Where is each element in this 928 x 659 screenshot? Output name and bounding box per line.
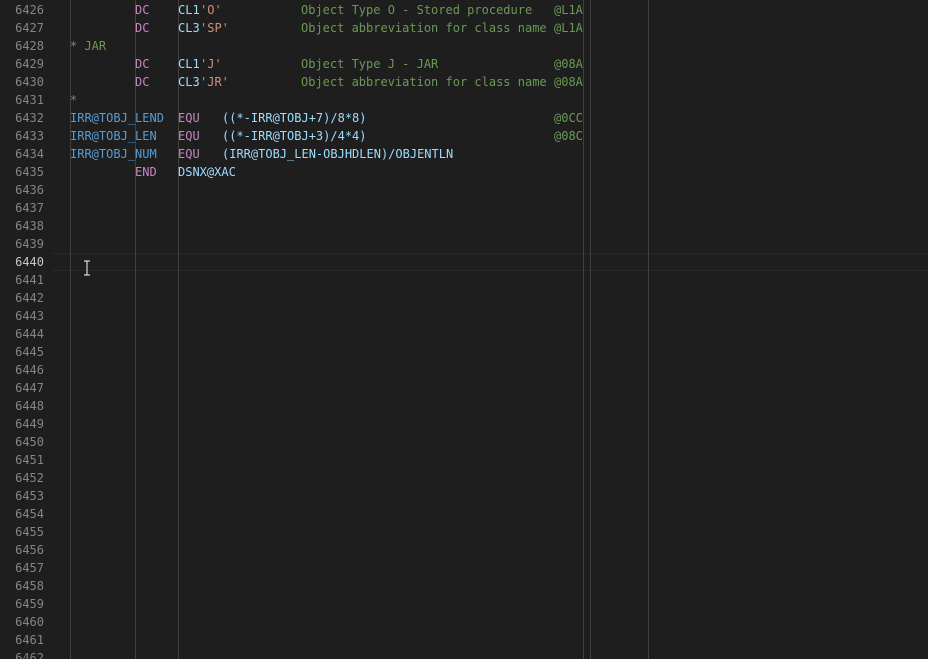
line-number: 6457 [15, 561, 44, 575]
opcode: EQU [178, 147, 200, 161]
code-line[interactable]: END DSNX@XAC [0, 163, 236, 181]
line-comment: Object Type J - JAR [301, 57, 439, 71]
text-cursor-icon [84, 260, 90, 276]
line-number: 6447 [15, 381, 44, 395]
ruler-col-10 [135, 0, 136, 659]
line-number: 6446 [15, 363, 44, 377]
operand-string: 'J' [200, 57, 222, 71]
sequence-tag: @0CC [554, 111, 583, 125]
line-number: 6450 [15, 435, 44, 449]
current-line-highlight [52, 253, 928, 271]
code-line[interactable]: IRR@TOBJ_LEN EQU ((*-IRR@TOBJ+3)/4*4) @0… [0, 127, 583, 145]
line-number: 6443 [15, 309, 44, 323]
operand-expression: DSNX@XAC [178, 165, 236, 179]
line-number: 6460 [15, 615, 44, 629]
sequence-tag: @08A [554, 75, 583, 89]
line-number: 6439 [15, 237, 44, 251]
code-line[interactable]: DC CL1 'J' Object Type J - JAR @08A [0, 55, 583, 73]
line-comment: Object Type O - Stored procedure [301, 3, 533, 17]
operand-type: CL3 [178, 21, 200, 35]
operand-expression: ((*-IRR@TOBJ+7)/8*8) [222, 111, 367, 125]
code-editor[interactable]: 6426 6427 6428 6429 6430 6431 6432 6433 6434 6435… [0, 0, 928, 659]
operand-expression: ((*-IRR@TOBJ+3)/4*4) [222, 129, 367, 143]
ruler-col-16 [178, 0, 179, 659]
opcode: DC [135, 75, 150, 89]
code-line[interactable]: * JAR [0, 37, 106, 55]
line-number: 6455 [15, 525, 44, 539]
opcode: DC [135, 3, 150, 17]
ruler-col-73 [590, 0, 591, 659]
line-number: 6462 [15, 651, 44, 659]
code-line[interactable]: * [0, 91, 77, 109]
label: IRR@TOBJ_LEN [70, 129, 157, 143]
operand-string: 'JR' [200, 75, 229, 89]
line-number: 6453 [15, 489, 44, 503]
sequence-tag: @08C [554, 129, 583, 143]
operand-string: 'O' [200, 3, 222, 17]
line-number: 6458 [15, 579, 44, 593]
sequence-tag: @08A [554, 57, 583, 71]
ruler-col-80 [648, 0, 649, 659]
code-line[interactable]: DC CL1 'O' Object Type O - Stored proced… [0, 1, 583, 19]
line-number: 6449 [15, 417, 44, 431]
line-comment: Object abbreviation for class name [301, 75, 547, 89]
line-number: 6444 [15, 327, 44, 341]
comment-line: * JAR [70, 39, 107, 53]
sequence-tag: @L1A [554, 21, 583, 35]
line-number: 6440 [15, 255, 44, 269]
line-number: 6454 [15, 507, 44, 521]
operand-type: CL1 [178, 3, 200, 17]
operand-string: 'SP' [200, 21, 229, 35]
line-number: 6451 [15, 453, 44, 467]
comment-line: * [70, 93, 78, 107]
opcode: EQU [178, 129, 200, 143]
opcode: DC [135, 57, 150, 71]
code-line[interactable]: IRR@TOBJ_LEND EQU ((*-IRR@TOBJ+7)/8*8) @… [0, 109, 583, 127]
ruler-col-72 [583, 0, 584, 659]
operand-type: CL3 [178, 75, 200, 89]
opcode: DC [135, 21, 150, 35]
line-number: 6459 [15, 597, 44, 611]
label: IRR@TOBJ_LEND [70, 111, 164, 125]
line-number: 6441 [15, 273, 44, 287]
code-line[interactable]: DC CL3 'SP' Object abbreviation for clas… [0, 19, 583, 37]
operand-expression: (IRR@TOBJ_LEN-OBJHDLEN)/OBJENTLN [222, 147, 454, 161]
operand-type: CL1 [178, 57, 200, 71]
line-comment: Object abbreviation for class name [301, 21, 547, 35]
label: IRR@TOBJ_NUM [70, 147, 157, 161]
line-number: 6448 [15, 399, 44, 413]
sequence-tag: @L1A [554, 3, 583, 17]
opcode: END [135, 165, 157, 179]
code-line[interactable]: IRR@TOBJ_NUM EQU (IRR@TOBJ_LEN-OBJHDLEN)… [0, 145, 453, 163]
line-number: 6445 [15, 345, 44, 359]
opcode: EQU [178, 111, 200, 125]
line-number: 6456 [15, 543, 44, 557]
code-line[interactable]: DC CL3 'JR' Object abbreviation for clas… [0, 73, 583, 91]
line-number: 6461 [15, 633, 44, 647]
line-number: 6442 [15, 291, 44, 305]
line-number: 6452 [15, 471, 44, 485]
